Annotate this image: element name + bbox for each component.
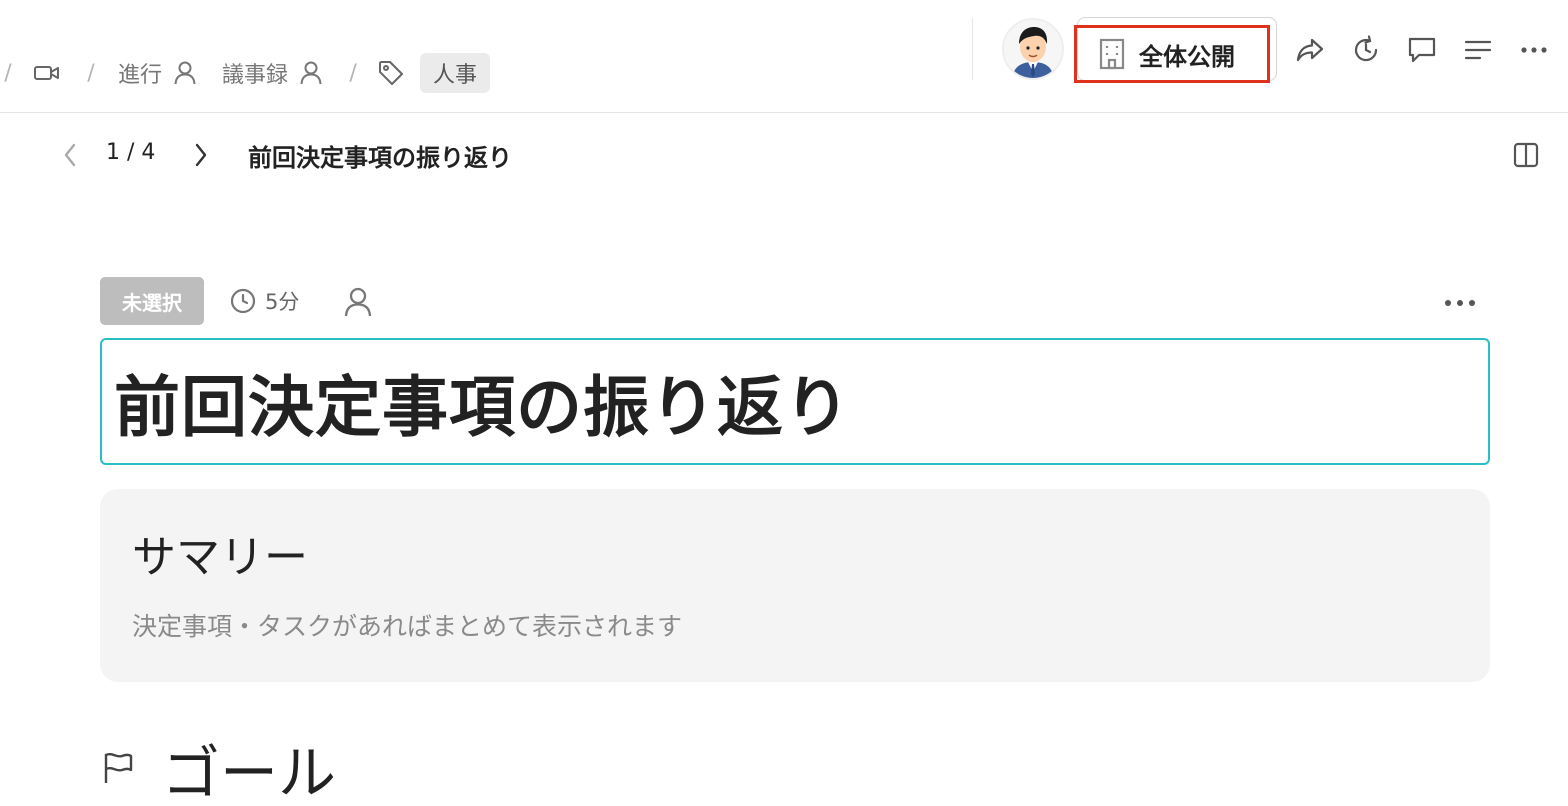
share-icon bbox=[1295, 37, 1325, 63]
visibility-label: 全体公開 bbox=[1139, 42, 1235, 71]
next-agenda-button[interactable] bbox=[185, 137, 217, 173]
tag-icon[interactable] bbox=[376, 59, 406, 87]
agenda-pager: 1 / 4 前回決定事項の振り返り bbox=[0, 125, 1568, 185]
agenda-title-text: 前回決定事項の振り返り bbox=[114, 368, 851, 446]
person-icon[interactable] bbox=[298, 60, 324, 86]
chevron-right-icon bbox=[193, 142, 209, 168]
video-camera-icon[interactable] bbox=[32, 63, 62, 83]
summary-description: 決定事項・タスクがあればまとめて表示されます bbox=[132, 612, 683, 641]
summary-heading: サマリー bbox=[132, 532, 308, 583]
outline-button[interactable] bbox=[1458, 30, 1498, 70]
goal-heading: ゴール bbox=[162, 739, 337, 806]
agenda-more-button[interactable] bbox=[1440, 288, 1480, 318]
breadcrumb-separator: / bbox=[4, 60, 12, 86]
comment-icon bbox=[1407, 36, 1437, 64]
history-button[interactable] bbox=[1346, 30, 1386, 70]
split-view-button[interactable] bbox=[1510, 139, 1542, 171]
visibility-button[interactable]: 全体公開 bbox=[1074, 25, 1270, 83]
assignee-button[interactable] bbox=[340, 284, 376, 320]
goal-section: ゴール bbox=[100, 730, 336, 806]
chevron-left-icon bbox=[62, 142, 78, 168]
breadcrumb: / / 進行 議事録 / 人事 bbox=[0, 52, 491, 94]
share-button[interactable] bbox=[1290, 30, 1330, 70]
status-badge[interactable]: 未選択 bbox=[100, 277, 204, 325]
split-view-icon bbox=[1512, 141, 1540, 169]
tag-chip-hr[interactable]: 人事 bbox=[420, 53, 491, 93]
refresh-clock-icon bbox=[1351, 35, 1381, 65]
building-icon bbox=[1097, 38, 1127, 70]
avatar[interactable] bbox=[1002, 18, 1064, 80]
breadcrumb-separator: / bbox=[87, 60, 95, 86]
comment-button[interactable] bbox=[1402, 30, 1442, 70]
more-horizontal-icon bbox=[1520, 46, 1548, 54]
agenda-page-count: 1 / 4 bbox=[106, 140, 156, 165]
duration-value: 5分 bbox=[265, 290, 300, 314]
agenda-title-input[interactable]: 前回決定事項の振り返り bbox=[100, 338, 1490, 465]
person-icon[interactable] bbox=[172, 60, 198, 86]
top-bar: / / 進行 議事録 / 人事 全体公開 bbox=[0, 0, 1568, 113]
breadcrumb-separator: / bbox=[349, 60, 357, 86]
header-divider bbox=[972, 18, 973, 80]
summary-panel: サマリー 決定事項・タスクがあればまとめて表示されます bbox=[100, 489, 1490, 682]
duration[interactable]: 5分 bbox=[229, 284, 299, 318]
person-icon bbox=[343, 286, 373, 318]
more-horizontal-icon bbox=[1443, 299, 1477, 307]
flag-icon bbox=[100, 750, 136, 786]
breadcrumb-item-minutes[interactable]: 議事録 bbox=[222, 57, 288, 89]
prev-agenda-button[interactable] bbox=[54, 137, 86, 173]
clock-icon bbox=[229, 287, 257, 315]
more-options-button[interactable] bbox=[1514, 30, 1554, 70]
agenda-page-title: 前回決定事項の振り返り bbox=[248, 144, 512, 172]
list-icon bbox=[1463, 38, 1493, 62]
breadcrumb-item-progress[interactable]: 進行 bbox=[118, 57, 162, 89]
